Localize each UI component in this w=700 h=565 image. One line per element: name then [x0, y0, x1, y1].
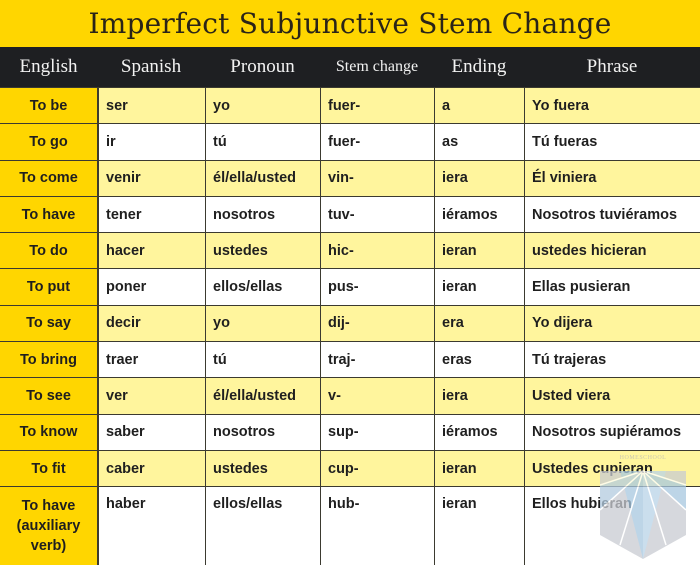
- table-row: To come venir él/ella/usted vin-iera Él vini…: [0, 159, 700, 196]
- english-cell: To put: [0, 269, 97, 305]
- header-spanish: Spanish: [120, 56, 182, 77]
- ending-cell: ieran: [434, 233, 524, 269]
- stem-change-cell: dij-: [320, 305, 434, 342]
- table-row: To have (auxiliary verb) haber ellos/ellas…: [0, 486, 700, 565]
- spanish-cell: venir: [97, 160, 205, 196]
- phrase-cell: Tú trajeras: [524, 342, 700, 378]
- table-row: To bring traer tú traj-eras Tú trajeras: [0, 341, 700, 378]
- english-cell: To come: [0, 160, 97, 196]
- table-header: English Spanish Pronoun Stem change Endi…: [0, 47, 700, 87]
- english-cell: To bring: [0, 342, 97, 378]
- english-cell: To be: [0, 88, 97, 124]
- ending-cell: ieran: [434, 269, 524, 305]
- spanish-cell: hacer: [97, 233, 205, 269]
- spanish-cell: traer: [97, 342, 205, 378]
- ending-cell: era: [434, 305, 524, 342]
- pronoun-cell: ellos/ellas: [205, 269, 320, 305]
- phrase-cell: Nosotros supiéramos: [524, 414, 700, 450]
- pronoun-cell: nosotros: [205, 196, 320, 233]
- stem-change-cell: fuer-: [320, 124, 434, 160]
- header-pronoun: Pronoun: [230, 56, 295, 77]
- ending-cell: eras: [434, 342, 524, 378]
- stem-change-table: English Spanish Pronoun Stem change Endi…: [0, 47, 700, 565]
- english-cell: To fit: [0, 450, 97, 487]
- pronoun-cell: tú: [205, 124, 320, 160]
- phrase-cell: Ellas pusieran: [524, 269, 700, 305]
- stem-change-cell: fuer-: [320, 88, 434, 124]
- spanish-cell: decir: [97, 305, 205, 342]
- stem-change-cell: hub-: [320, 487, 434, 565]
- stem-change-cell: v-: [320, 378, 434, 414]
- spanish-cell: haber: [97, 487, 205, 565]
- table-row: To have tener nosotros tuv-iéramos Nosotros …: [0, 195, 700, 233]
- phrase-cell: Tú fueras: [524, 124, 700, 160]
- header-english: English: [19, 56, 78, 77]
- table-row: To know saber nosotros sup-iéramos Nosotros …: [0, 413, 700, 450]
- spanish-cell: ir: [97, 124, 205, 160]
- pronoun-cell: yo: [205, 305, 320, 342]
- pronoun-cell: tú: [205, 342, 320, 378]
- table-body: To be ser yo fuer-a Yo fuera To go ir tú fuer-as…: [0, 87, 700, 565]
- page-title: Imperfect Subjunctive Stem Change: [0, 0, 700, 47]
- table-row: To put poner ellos/ellas pus-ieran Ellas pus…: [0, 268, 700, 305]
- english-cell: To go: [0, 124, 97, 160]
- english-cell: To know: [0, 414, 97, 450]
- header-stem-change: Stem change: [335, 58, 419, 75]
- table-row: To be ser yo fuer-a Yo fuera: [0, 87, 700, 124]
- table-row: To fit caber ustedes cup-ieran Ustedes cupie…: [0, 449, 700, 487]
- pronoun-cell: ustedes: [205, 450, 320, 487]
- english-cell: To have: [0, 196, 97, 233]
- stem-change-cell: pus-: [320, 269, 434, 305]
- english-cell: To see: [0, 378, 97, 414]
- stem-change-cell: vin-: [320, 160, 434, 196]
- spanish-cell: ver: [97, 378, 205, 414]
- stem-change-cell: traj-: [320, 342, 434, 378]
- stem-change-cell: sup-: [320, 414, 434, 450]
- pronoun-cell: yo: [205, 88, 320, 124]
- header-phrase: Phrase: [586, 56, 638, 77]
- pronoun-cell: él/ella/usted: [205, 378, 320, 414]
- ending-cell: ieran: [434, 487, 524, 565]
- ending-cell: ieran: [434, 450, 524, 487]
- phrase-cell: Nosotros tuviéramos: [524, 196, 700, 233]
- ending-cell: iéramos: [434, 196, 524, 233]
- spanish-cell: poner: [97, 269, 205, 305]
- spanish-cell: caber: [97, 450, 205, 487]
- phrase-cell: Ellos hubieran: [524, 487, 700, 565]
- table-row: To see ver él/ella/usted v-iera Usted viera: [0, 377, 700, 414]
- ending-cell: iera: [434, 378, 524, 414]
- phrase-cell: Ustedes cupieran: [524, 450, 700, 487]
- table-row: To go ir tú fuer-as Tú fueras: [0, 123, 700, 160]
- table-row: To say decir yo dij-era Yo dijera: [0, 304, 700, 342]
- ending-cell: as: [434, 124, 524, 160]
- stem-change-cell: hic-: [320, 233, 434, 269]
- pronoun-cell: él/ella/usted: [205, 160, 320, 196]
- english-cell: To have (auxiliary verb): [0, 487, 97, 565]
- stem-change-cell: tuv-: [320, 196, 434, 233]
- phrase-cell: Él viniera: [524, 160, 700, 196]
- phrase-cell: ustedes hicieran: [524, 233, 700, 269]
- phrase-cell: Usted viera: [524, 378, 700, 414]
- phrase-cell: Yo fuera: [524, 88, 700, 124]
- ending-cell: a: [434, 88, 524, 124]
- spanish-cell: tener: [97, 196, 205, 233]
- stem-change-cell: cup-: [320, 450, 434, 487]
- pronoun-cell: ustedes: [205, 233, 320, 269]
- english-cell: To do: [0, 233, 97, 269]
- header-ending: Ending: [451, 56, 507, 77]
- spanish-cell: saber: [97, 414, 205, 450]
- ending-cell: iéramos: [434, 414, 524, 450]
- spanish-cell: ser: [97, 88, 205, 124]
- table-row: To do hacer ustedes hic-ieran ustedes hicier…: [0, 232, 700, 269]
- pronoun-cell: ellos/ellas: [205, 487, 320, 565]
- ending-cell: iera: [434, 160, 524, 196]
- pronoun-cell: nosotros: [205, 414, 320, 450]
- phrase-cell: Yo dijera: [524, 305, 700, 342]
- english-cell: To say: [0, 305, 97, 342]
